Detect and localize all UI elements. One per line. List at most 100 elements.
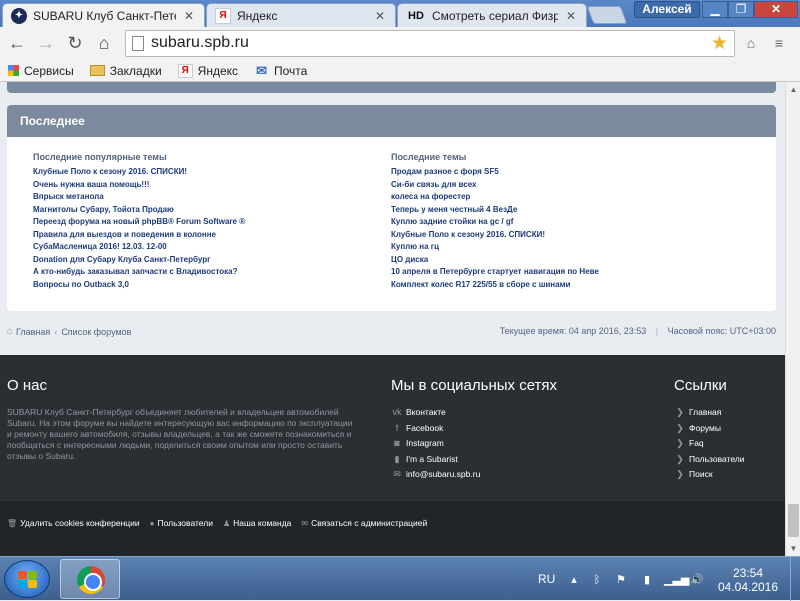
bookmark-yandex[interactable]: Я Яндекс xyxy=(177,63,238,78)
network-signal-icon[interactable]: ▁▃▅ xyxy=(664,573,689,587)
tab-subaru[interactable]: ✦ SUBARU Клуб Санкт-Пете ✕ xyxy=(2,3,205,27)
close-window-button[interactable]: ✕ xyxy=(754,1,798,18)
bookmark-services[interactable]: Сервисы xyxy=(8,64,74,78)
topic-link[interactable]: СубаМасленица 2016! 12.03. 12-00 xyxy=(33,241,245,254)
taskbar-chrome[interactable] xyxy=(60,559,120,599)
scroll-down-icon[interactable]: ▼ xyxy=(786,541,800,556)
back-icon[interactable]: ← xyxy=(5,32,29,54)
mail-icon: ✉ xyxy=(256,62,267,78)
bookmark-label: Закладки xyxy=(109,63,162,78)
windows-taskbar: RU ▴ ᛒ ⚑ ▮ ▁▃▅ 🔊 23:54 04.04.2016 xyxy=(0,556,800,601)
breadcrumb-forums[interactable]: Список форумов xyxy=(61,327,131,337)
bluetooth-icon[interactable]: ᛒ xyxy=(590,573,604,587)
topic-link[interactable]: Куплю задние стойки на gc / gf xyxy=(391,216,599,229)
apps-icon xyxy=(8,65,19,76)
chevron-right-icon: ❯ xyxy=(676,422,684,433)
bookmark-label: Сервисы xyxy=(24,63,74,78)
footer-link-home[interactable]: ❯ Главная xyxy=(674,405,744,421)
social-link-vk[interactable]: vk Вконтакте xyxy=(391,405,557,421)
reload-icon[interactable]: ↻ xyxy=(63,32,87,54)
topic-link[interactable]: Впрыск метанола xyxy=(33,191,245,204)
address-bar[interactable]: subaru.spb.ru ★ xyxy=(125,30,735,57)
footer-bottom-bar: 🗑 Удалить cookies конференции ● Пользовате… xyxy=(0,501,785,556)
topic-link[interactable]: колеса на форестер xyxy=(391,191,599,204)
breadcrumb: ⌂ Главная ‹ Список форумов xyxy=(7,326,131,337)
battery-icon[interactable]: ▮ xyxy=(640,573,654,587)
new-tab-button[interactable] xyxy=(586,6,628,24)
system-clock[interactable]: 23:54 04.04.2016 xyxy=(712,566,784,594)
page-content: Последнее Последние популярные темы Клуб… xyxy=(0,82,785,556)
members-link[interactable]: ● Пользователи xyxy=(150,518,213,528)
vk-icon: vk xyxy=(392,407,402,417)
menu-icon[interactable]: ≡ xyxy=(769,35,789,53)
social-link-email[interactable]: ✉ info@subaru.spb.ru xyxy=(391,467,557,483)
profile-button[interactable]: Алексей xyxy=(634,1,700,18)
scroll-up-icon[interactable]: ▲ xyxy=(786,82,800,97)
topic-link[interactable]: Си-би связь для всех xyxy=(391,179,599,192)
url-text: subaru.spb.ru xyxy=(151,34,249,51)
column-title: Последние популярные темы xyxy=(33,152,167,162)
topic-link[interactable]: Donation для Субару Клуба Санкт-Петербур… xyxy=(33,254,245,267)
topic-link[interactable]: Комплект колес R17 225/55 в сборе с шина… xyxy=(391,279,599,292)
about-title: О нас xyxy=(7,377,47,394)
bookmarks-bar: Сервисы Закладки Я Яндекс ✉ Почта xyxy=(0,60,800,82)
topic-link[interactable]: Очень нужна ваша помощь!!! xyxy=(33,179,245,192)
topic-link[interactable]: Вопросы по Outback 3,0 xyxy=(33,279,245,292)
about-text: SUBARU Клуб Санкт-Петербург объединяет л… xyxy=(7,407,353,461)
chevron-right-icon: ❯ xyxy=(676,407,684,417)
delete-cookies-link[interactable]: 🗑 Удалить cookies конференции xyxy=(7,518,140,528)
social-link-subarist[interactable]: ▮ I'm a Subarist xyxy=(391,452,557,468)
forward-icon[interactable]: → xyxy=(34,32,58,54)
footer-link-users[interactable]: ❯ Пользователи xyxy=(674,452,744,468)
minimize-button[interactable]: ▁ xyxy=(702,1,728,18)
maximize-button[interactable]: ❐ xyxy=(728,1,754,18)
tab-title: Смотреть сериал Физрук xyxy=(432,8,558,23)
team-link[interactable]: ♟ Наша команда xyxy=(223,518,291,528)
page-scrollbar[interactable]: ▲ ▼ xyxy=(785,82,800,556)
topic-link[interactable]: Правила для выездов и поведения в колонн… xyxy=(33,229,245,242)
extension-icon[interactable]: ⌂ xyxy=(741,35,761,53)
topic-link[interactable]: Теперь у меня честный 4 ВезДе xyxy=(391,204,599,217)
scrollbar-thumb[interactable] xyxy=(788,504,799,537)
tab-hd-series[interactable]: HD Смотреть сериал Физрук ✕ xyxy=(397,3,587,27)
topic-link[interactable]: Магнитолы Субару, Тойота Продаю xyxy=(33,204,245,217)
footer-link-search[interactable]: ❯ Поиск xyxy=(674,467,744,483)
close-tab-icon[interactable]: ✕ xyxy=(182,9,196,23)
social-section: Мы в социальных сетях vk Вконтакте f Faceb… xyxy=(391,377,557,483)
topic-link[interactable]: ЦО диска xyxy=(391,254,599,267)
topic-link[interactable]: А кто-нибудь заказывал запчасти с Владив… xyxy=(33,266,245,279)
language-indicator[interactable]: RU xyxy=(538,572,555,586)
topic-link[interactable]: Переезд форума на новый phpBB® Forum Sof… xyxy=(33,216,245,229)
start-button[interactable] xyxy=(4,560,50,598)
topic-link[interactable]: Продам разное с форя SF5 xyxy=(391,166,599,179)
breadcrumb-home[interactable]: Главная xyxy=(16,327,50,337)
topic-link[interactable]: Куплю на гц xyxy=(391,241,599,254)
popular-topics-column: Последние популярные темы Клубные Поло к… xyxy=(33,151,245,291)
tray-expand-icon[interactable]: ▴ xyxy=(567,573,581,587)
home-icon[interactable]: ⌂ xyxy=(92,32,116,54)
volume-icon[interactable]: 🔊 xyxy=(690,573,704,587)
windows-logo-icon xyxy=(18,571,38,589)
contact-admin-link[interactable]: ✉ Связаться с администрацией xyxy=(301,518,427,528)
social-link-instagram[interactable]: ◙ Instagram xyxy=(391,436,557,452)
footer-link-forums[interactable]: ❯ Форумы xyxy=(674,421,744,437)
topic-link[interactable]: Клубные Поло к сезону 2016. СПИСКИ! xyxy=(391,229,599,242)
action-center-flag-icon[interactable]: ⚑ xyxy=(614,573,628,587)
tab-title: SUBARU Клуб Санкт-Пете xyxy=(33,8,176,23)
close-tab-icon[interactable]: ✕ xyxy=(564,9,578,23)
star-icon[interactable]: ★ xyxy=(711,32,728,55)
clock-date: 04.04.2016 xyxy=(717,580,779,594)
clock-time: 23:54 xyxy=(732,566,764,580)
tab-yandex[interactable]: Я Яндекс ✕ xyxy=(206,3,396,27)
bookmark-bookmarks[interactable]: Закладки xyxy=(89,63,162,78)
show-desktop-button[interactable] xyxy=(790,557,800,601)
latest-panel: Последнее Последние популярные темы Клуб… xyxy=(7,105,776,311)
site-footer: О нас SUBARU Клуб Санкт-Петербург объеди… xyxy=(0,355,785,556)
bookmark-mail[interactable]: ✉ Почта xyxy=(254,62,307,78)
topic-link[interactable]: 10 апреля в Петербурге стартует навигаци… xyxy=(391,266,599,279)
social-link-facebook[interactable]: f Facebook xyxy=(391,421,557,437)
close-tab-icon[interactable]: ✕ xyxy=(373,9,387,23)
topic-link[interactable]: Клубные Поло к сезону 2016. СПИСКИ! xyxy=(33,166,245,179)
footer-link-faq[interactable]: ❯ Faq xyxy=(674,436,744,452)
home-icon: ⌂ xyxy=(7,326,14,337)
